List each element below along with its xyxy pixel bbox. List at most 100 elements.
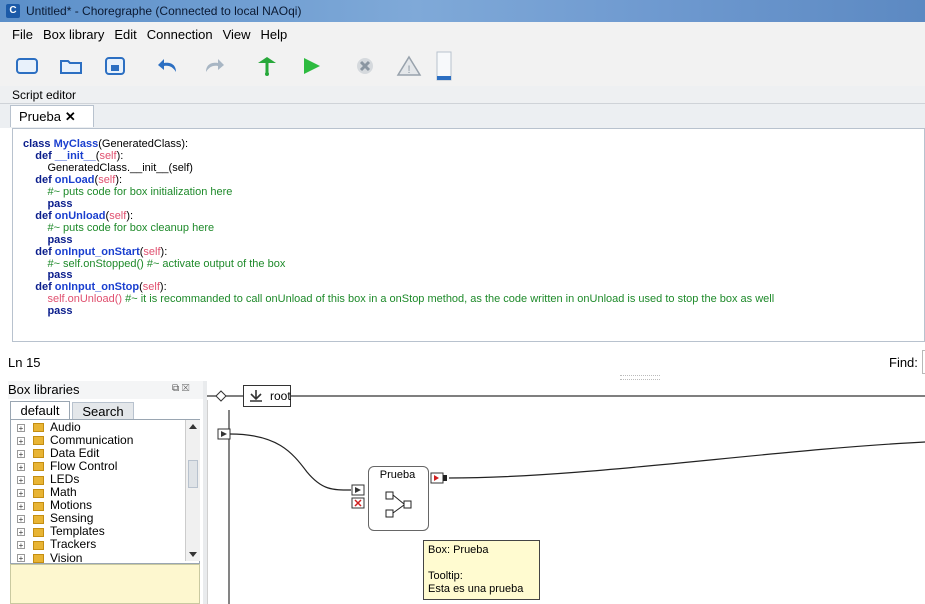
library-item-label: Data Edit xyxy=(50,446,100,461)
code-line: self.onUnload() #~ it is recommanded to … xyxy=(23,293,774,306)
library-item-label: Vision xyxy=(50,550,83,564)
tab-default[interactable]: default xyxy=(10,401,70,419)
code-token: onUnload xyxy=(54,209,106,222)
menu-help[interactable]: Help xyxy=(261,27,288,42)
library-item-label: Trackers xyxy=(50,537,97,552)
expand-icon[interactable]: + xyxy=(17,462,25,471)
expand-icon[interactable]: + xyxy=(17,436,25,445)
library-item[interactable]: + Communication xyxy=(17,434,133,447)
code-token: onLoad xyxy=(54,173,95,186)
library-item-label: Audio xyxy=(50,420,81,434)
code-line: pass xyxy=(23,305,774,318)
diamond-icon[interactable] xyxy=(215,390,227,402)
library-item[interactable]: + LEDs xyxy=(17,473,79,486)
code-token: self xyxy=(142,281,160,294)
code-token: #~ puts code for box initialization here xyxy=(47,185,233,198)
code-token: pass xyxy=(47,269,73,282)
code-editor[interactable]: class MyClass(GeneratedClass): def __ini… xyxy=(12,128,925,342)
stop-icon[interactable] xyxy=(352,54,378,78)
code-token: MyClass xyxy=(53,138,99,150)
expand-icon[interactable]: + xyxy=(17,476,25,485)
tab-search[interactable]: Search xyxy=(72,402,134,419)
scroll-down-arrow-icon[interactable] xyxy=(187,548,199,560)
save-file-icon[interactable] xyxy=(102,54,128,78)
library-item[interactable]: + Data Edit xyxy=(17,447,99,460)
code-token: pass xyxy=(47,197,73,210)
scroll-up-arrow-icon[interactable] xyxy=(187,421,199,433)
warning-icon[interactable]: ! xyxy=(396,54,422,78)
code-token: __init__ xyxy=(54,149,96,162)
expand-icon[interactable]: + xyxy=(17,528,25,537)
code-token: self xyxy=(109,209,127,222)
root-behavior-icon xyxy=(250,390,262,402)
library-scrollbar[interactable] xyxy=(185,420,200,561)
library-item[interactable]: + Sensing xyxy=(17,512,93,525)
expand-icon[interactable]: + xyxy=(17,449,25,458)
menu-connection[interactable]: Connection xyxy=(147,27,213,42)
folder-icon xyxy=(33,540,44,550)
new-file-icon[interactable] xyxy=(14,54,40,78)
library-item[interactable]: + Flow Control xyxy=(17,460,117,473)
menu-edit[interactable]: Edit xyxy=(114,27,136,42)
library-item[interactable]: + Math xyxy=(17,486,77,499)
find-label: Find: xyxy=(889,355,918,370)
library-item-label: Motions xyxy=(50,498,93,513)
folder-icon xyxy=(33,449,44,459)
box-diagram-icon xyxy=(385,491,412,518)
box-title: Prueba xyxy=(379,469,416,481)
svg-text:!: ! xyxy=(407,64,410,76)
library-item[interactable]: + Audio xyxy=(17,421,81,434)
code-token: ): xyxy=(159,281,167,294)
open-file-icon[interactable] xyxy=(58,54,84,78)
menu-box-library[interactable]: Box library xyxy=(43,27,104,42)
play-icon[interactable] xyxy=(298,54,324,78)
library-item-label: LEDs xyxy=(50,472,80,487)
code-text: class MyClass(GeneratedClass): def __ini… xyxy=(23,138,774,318)
menu-view[interactable]: View xyxy=(223,27,251,42)
code-line: #~ puts code for box cleanup here xyxy=(23,221,774,235)
volume-level-icon[interactable] xyxy=(432,50,456,82)
code-token: self xyxy=(99,149,117,162)
library-item[interactable]: + Vision xyxy=(17,550,83,564)
scroll-thumb[interactable] xyxy=(188,460,198,488)
library-item-label: Flow Control xyxy=(50,459,118,474)
library-item[interactable]: + Templates xyxy=(17,525,105,538)
expand-icon[interactable]: + xyxy=(17,489,25,498)
folder-icon xyxy=(33,553,44,563)
tab-prueba[interactable]: Prueba ✕ xyxy=(10,105,94,127)
expand-icon[interactable]: + xyxy=(17,554,25,563)
code-token: onInput_onStart xyxy=(54,245,140,258)
script-editor-dock-title: Script editor xyxy=(0,86,925,104)
toolbar: ! xyxy=(0,46,925,87)
tooltip-text: Esta es una prueba xyxy=(428,583,524,595)
expand-icon[interactable]: + xyxy=(17,502,25,511)
panel-float-close-buttons[interactable]: ⧉ ☒ xyxy=(172,383,189,394)
redo-icon[interactable] xyxy=(200,54,226,78)
code-token: ): xyxy=(126,209,134,222)
flow-diagram-graphics xyxy=(207,390,925,604)
expand-icon[interactable]: + xyxy=(17,423,25,432)
folder-icon xyxy=(33,501,44,511)
library-item[interactable]: + Motions xyxy=(17,499,92,512)
close-icon[interactable]: ✕ xyxy=(65,109,76,124)
code-line: class MyClass(GeneratedClass): xyxy=(23,138,774,151)
code-line: #~ self.onStopped() #~ activate output o… xyxy=(23,257,774,271)
code-token: self xyxy=(98,173,116,186)
undo-icon[interactable] xyxy=(156,54,182,78)
code-token: #~ self.onStopped() #~ activate output o… xyxy=(47,257,286,270)
menu-file[interactable]: File xyxy=(12,27,33,42)
code-token: #~ puts code for box cleanup here xyxy=(47,221,215,234)
code-token: def xyxy=(35,149,55,162)
expand-icon[interactable]: + xyxy=(17,515,25,524)
expand-icon[interactable]: + xyxy=(17,541,25,550)
box-tooltip: Box: Prueba Tooltip: Esta es una prueba xyxy=(423,540,540,600)
code-token: ): xyxy=(160,245,168,258)
choregraphe-app-icon: C xyxy=(6,4,20,18)
code-token: GeneratedClass.__init__(self) xyxy=(47,161,193,174)
code-token: onInput_onStop xyxy=(54,281,140,294)
folder-icon xyxy=(33,462,44,472)
library-item[interactable]: + Trackers xyxy=(17,538,96,551)
script-tab-row xyxy=(0,104,925,128)
library-description-pane xyxy=(10,564,200,604)
connect-icon[interactable] xyxy=(254,54,280,78)
